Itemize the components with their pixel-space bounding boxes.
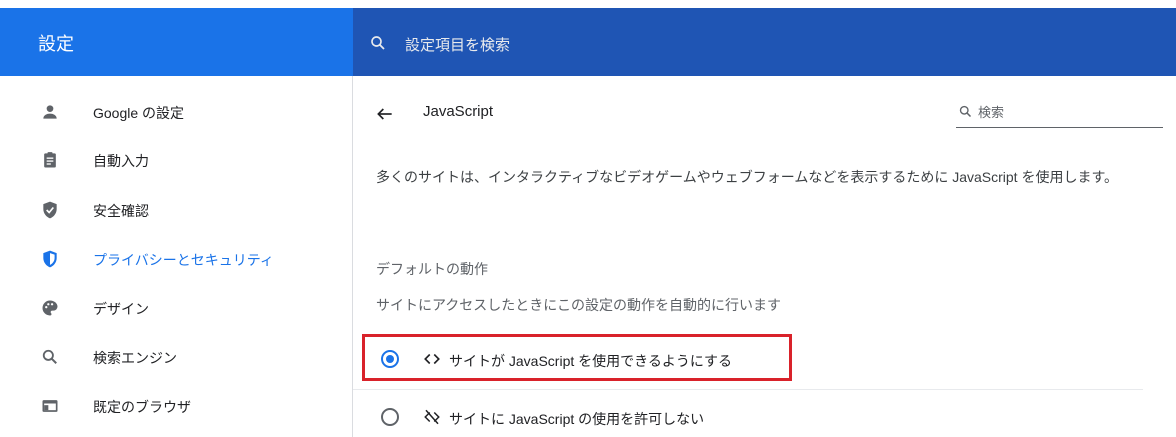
sidebar-item-label: 検索エンジン: [93, 350, 177, 366]
shield-icon: [43, 250, 57, 268]
search-icon: [42, 349, 57, 364]
sidebar-item-label: 安全確認: [93, 203, 149, 219]
subpage-search[interactable]: [956, 98, 1163, 128]
sidebar: Google の設定 自動入力 安全確認 プライバシーとセキュリティ デザイン …: [0, 76, 353, 437]
default-behavior-heading: デフォルトの動作: [376, 261, 488, 277]
option-block-javascript[interactable]: サイトに JavaScript の使用を許可しない: [353, 395, 1176, 437]
description-text: 多くのサイトは、インタラクティブなビデオゲームやウェブフォームなどを表示するため…: [376, 169, 1119, 185]
settings-search-bar[interactable]: 設定項目を検索: [353, 8, 1176, 76]
app-header: 設定 設定項目を検索: [0, 0, 1176, 76]
sidebar-item-label: 既定のブラウザ: [93, 399, 191, 415]
sidebar-item-label: 自動入力: [93, 153, 149, 169]
subpage-search-input[interactable]: [978, 101, 1158, 123]
sidebar-item-search-engine[interactable]: 検索エンジン: [0, 337, 352, 377]
back-arrow-icon[interactable]: [375, 104, 395, 124]
option-block-label: サイトに JavaScript の使用を許可しない: [449, 411, 705, 427]
person-icon: [43, 105, 57, 119]
search-icon: [371, 36, 385, 50]
header-top-strip: [0, 0, 1176, 8]
settings-search-placeholder[interactable]: 設定項目を検索: [405, 34, 510, 55]
default-behavior-subtext: サイトにアクセスしたときにこの設定の動作を自動的に行います: [376, 297, 782, 313]
search-icon: [959, 105, 972, 118]
palette-icon: [42, 300, 58, 316]
sidebar-item-label: Google の設定: [93, 105, 185, 121]
radio-block[interactable]: [381, 408, 399, 426]
option-divider: [353, 389, 1143, 390]
highlight-annotation: [362, 334, 792, 381]
sidebar-item-privacy-security[interactable]: プライバシーとセキュリティ: [0, 239, 352, 279]
sidebar-item-label: デザイン: [93, 301, 149, 317]
sidebar-item-default-browser[interactable]: 既定のブラウザ: [0, 386, 352, 426]
clipboard-icon: [44, 152, 56, 168]
sidebar-item-safety-check[interactable]: 安全確認: [0, 190, 352, 230]
page-title: 設定: [38, 34, 74, 54]
sidebar-item-autofill[interactable]: 自動入力: [0, 140, 352, 180]
shield-check-icon: [43, 201, 57, 219]
sidebar-item-label: プライバシーとセキュリティ: [93, 252, 274, 268]
sidebar-item-google-settings[interactable]: Google の設定: [0, 92, 352, 132]
main-content: JavaScript 多くのサイトは、インタラクティブなビデオゲームやウェブフォ…: [353, 76, 1176, 437]
subpage-title: JavaScript: [423, 103, 494, 120]
sidebar-item-appearance[interactable]: デザイン: [0, 288, 352, 328]
browser-icon: [42, 400, 58, 412]
code-off-icon: [424, 409, 440, 425]
